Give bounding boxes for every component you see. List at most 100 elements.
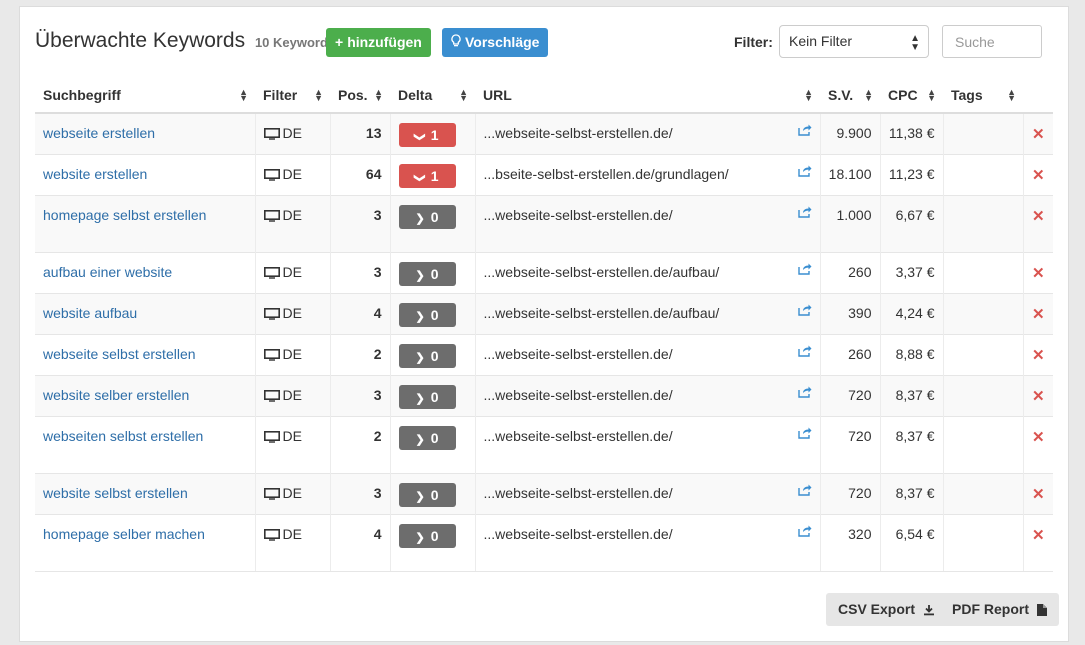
share-icon[interactable] [797, 385, 812, 401]
delta-cell: ❯ 0 [390, 374, 476, 416]
share-icon[interactable] [797, 524, 812, 540]
table-row: website selbst erstellen DE 3 ❯ 0 ...webseite… [35, 472, 1053, 514]
delta-cell: ❯ 1 [390, 112, 476, 154]
delta-value: 1 [430, 127, 439, 143]
keyword-link[interactable]: webseiten selbst erstellen [43, 428, 203, 444]
delta-value: 0 [430, 527, 439, 544]
share-icon[interactable] [797, 123, 812, 139]
panel-header: Überwachte Keywords 10 Keywords + hinzufü… [20, 7, 1068, 77]
table-row: website selber erstellen DE 3 ❯ 0 ...webseite… [35, 374, 1053, 416]
keyword-link[interactable]: website selber erstellen [43, 387, 189, 403]
column-header-delta[interactable]: Delta ▲ ▼ [390, 77, 475, 114]
share-icon[interactable] [797, 303, 812, 319]
keywords-panel: Überwachte Keywords 10 Keywords + hinzufü… [19, 6, 1069, 642]
file-icon [1033, 601, 1047, 617]
share-icon[interactable] [797, 262, 812, 278]
keyword-link[interactable]: website selbst erstellen [43, 485, 188, 501]
column-label: Delta [398, 86, 433, 103]
keyword-link[interactable]: webseite selbst erstellen [43, 346, 196, 362]
column-header-search-volume[interactable]: S.V. ▲ ▼ [820, 77, 880, 114]
keyword-link[interactable]: aufbau einer website [43, 264, 172, 280]
csv-export-button[interactable]: CSV Export [826, 593, 947, 626]
tags-cell[interactable] [943, 472, 1024, 514]
delta-cell: ❯ 0 [390, 415, 476, 473]
close-icon[interactable]: ✕ [1023, 292, 1053, 334]
monitor-icon [263, 168, 280, 184]
keyword-cell: homepage selbst erstellen [35, 194, 256, 252]
keyword-link[interactable]: website erstellen [43, 166, 147, 182]
filter-cell: DE [255, 333, 331, 375]
filter-cell: DE [255, 415, 331, 473]
table-row: webseite erstellen DE 13 ❯ 1 ...webseite-selb… [35, 112, 1053, 154]
share-icon[interactable] [797, 426, 812, 442]
close-icon[interactable]: ✕ [1023, 513, 1053, 572]
close-icon[interactable]: ✕ [1023, 112, 1053, 154]
delta-value: 1 [430, 167, 439, 184]
close-icon[interactable]: ✕ [1023, 194, 1053, 252]
url-text: ...webseite-selbst-erstellen.de/ [483, 484, 673, 501]
chevron-right-icon: ❯ [415, 531, 425, 544]
delta-badge: ❯ 0 [398, 204, 456, 229]
column-header-position[interactable]: Pos. ▲ ▼ [330, 77, 390, 114]
url-cell: ...webseite-selbst-erstellen.de/ [475, 472, 821, 514]
monitor-icon [263, 266, 280, 282]
close-icon[interactable]: ✕ [1023, 374, 1053, 416]
column-label: URL [483, 86, 512, 103]
keyword-link[interactable]: homepage selber machen [43, 526, 205, 542]
chevron-down-icon: ❯ [414, 132, 427, 142]
keyword-cell: website aufbau [35, 292, 256, 334]
table-row: aufbau einer website DE 3 ❯ 0 ...webseite-sel… [35, 251, 1053, 293]
delta-badge: ❯ 0 [398, 343, 456, 368]
share-icon[interactable] [797, 164, 812, 180]
close-icon[interactable]: ✕ [1023, 333, 1053, 375]
keyword-link[interactable]: homepage selbst erstellen [43, 207, 206, 223]
keyword-link[interactable]: webseite erstellen [43, 125, 155, 141]
tags-cell[interactable] [943, 415, 1024, 473]
position-cell: 3 [330, 194, 391, 252]
url-text: ...bseite-selbst-erstellen.de/grundlagen… [483, 165, 729, 182]
tags-cell[interactable] [943, 251, 1024, 293]
close-icon[interactable]: ✕ [1023, 415, 1053, 473]
delta-badge: ❯ 0 [398, 384, 456, 409]
filter-select[interactable]: Kein Filter ▲ ▼ [779, 25, 929, 58]
position-cell: 4 [330, 292, 391, 334]
close-icon[interactable]: ✕ [1023, 153, 1053, 195]
tags-cell[interactable] [943, 112, 1024, 154]
column-header-tags[interactable]: Tags ▲ ▼ [943, 77, 1023, 114]
url-cell: ...webseite-selbst-erstellen.de/ [475, 112, 821, 154]
filter-country: DE [282, 525, 302, 542]
tags-cell[interactable] [943, 153, 1024, 195]
sort-icon: ▲ ▼ [864, 87, 873, 103]
pdf-report-button[interactable]: PDF Report [940, 593, 1059, 626]
search-input[interactable] [942, 25, 1042, 58]
column-header-url[interactable]: URL ▲ ▼ [475, 77, 820, 114]
tags-cell[interactable] [943, 513, 1024, 572]
suggestions-button[interactable]: Vorschläge [442, 28, 549, 57]
column-header-keyword[interactable]: Suchbegriff ▲ ▼ [35, 77, 255, 114]
url-text: ...webseite-selbst-erstellen.de/aufbau/ [483, 304, 720, 321]
url-cell: ...webseite-selbst-erstellen.de/ [475, 194, 821, 252]
filter-cell: DE [255, 472, 331, 514]
delta-badge: ❯ 0 [398, 523, 456, 548]
monitor-icon [263, 430, 280, 446]
chevron-right-icon: ❯ [415, 351, 425, 364]
tags-cell[interactable] [943, 292, 1024, 334]
tags-cell[interactable] [943, 374, 1024, 416]
share-icon[interactable] [797, 344, 812, 360]
delta-cell: ❯ 0 [390, 472, 476, 514]
close-icon[interactable]: ✕ [1023, 251, 1053, 293]
keyword-link[interactable]: website aufbau [43, 305, 137, 321]
filter-country: DE [282, 304, 302, 321]
keyword-cell: website erstellen [35, 153, 256, 195]
delta-cell: ❯ 0 [390, 194, 476, 252]
column-label: Suchbegriff [43, 86, 121, 103]
share-icon[interactable] [797, 205, 812, 221]
close-icon[interactable]: ✕ [1023, 472, 1053, 514]
share-icon[interactable] [797, 483, 812, 499]
cpc-cell: 6,67 € [880, 194, 944, 252]
tags-cell[interactable] [943, 194, 1024, 252]
column-header-cpc[interactable]: CPC ▲ ▼ [880, 77, 943, 114]
tags-cell[interactable] [943, 333, 1024, 375]
add-keyword-button[interactable]: + hinzufügen [326, 28, 431, 57]
column-header-filter[interactable]: Filter ▲ ▼ [255, 77, 330, 114]
